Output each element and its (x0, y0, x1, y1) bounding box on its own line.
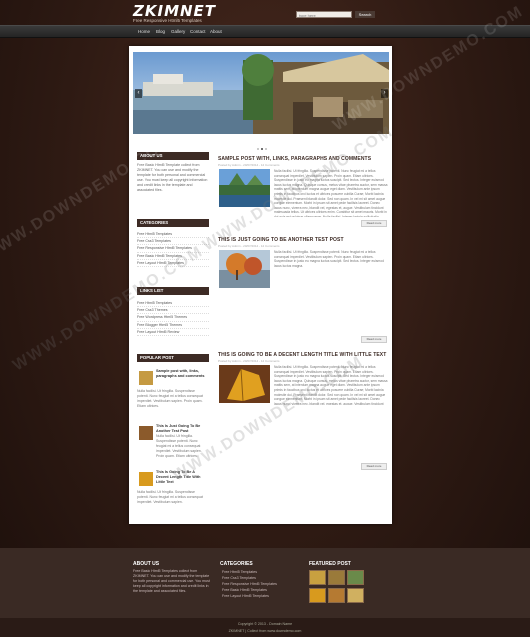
slider-pagination (256, 137, 268, 155)
search-button[interactable]: Search (355, 11, 375, 18)
read-more-button[interactable]: Read more (361, 463, 387, 470)
footer-bottom-bar (0, 618, 530, 637)
nav-home[interactable]: Home (138, 29, 150, 34)
featured-thumbnail[interactable] (328, 570, 345, 585)
blog-post: This is just going to be another test po… (218, 237, 388, 343)
popular-post-thumbnail[interactable] (139, 426, 153, 440)
footer-heading-categories: CATEGORIES (220, 561, 253, 567)
popular-post-thumbnail[interactable] (139, 371, 153, 385)
featured-thumbnail[interactable] (309, 588, 326, 603)
sidebar-category-link[interactable]: Free Html5 Templates (137, 231, 209, 239)
site-header: ZKIMNET Free Responsive Html5 Templates … (0, 0, 530, 26)
search-input[interactable]: type here (296, 11, 352, 18)
slider-dot[interactable] (265, 148, 267, 150)
copyright-line: Copyright © 2013 - Domain Name (237, 622, 293, 626)
nav-blog[interactable]: Blog (156, 29, 165, 34)
copyright-credit[interactable]: ZKIMNET | Collect from www.downdemo.com (0, 629, 530, 633)
featured-thumbnail[interactable] (347, 570, 364, 585)
footer-heading-featured: FEATURED POST (309, 561, 351, 567)
sidebar-link[interactable]: Free Css3 Themes (137, 307, 209, 315)
read-more-button[interactable]: Read more (361, 336, 387, 343)
slider-dot[interactable] (261, 148, 263, 150)
slider-prev-button[interactable]: ‹ (135, 89, 142, 98)
site-tagline: Free Responsive Html5 Templates (133, 18, 202, 23)
sidebar-heading-popular: POPULAR POST (137, 354, 209, 362)
footer-category-link[interactable]: Free Layout Html5 Templates (222, 593, 277, 599)
sidebar-link[interactable]: Free Html5 Templates (137, 300, 209, 308)
featured-thumbnail[interactable] (328, 588, 345, 603)
popular-post-title[interactable]: This Is Just Going To Be Another Test Po… (156, 424, 208, 434)
footer-heading-about: ABOUT US (133, 561, 160, 567)
post-thumbnail[interactable] (219, 250, 270, 288)
footer-categories-list: Free Html5 Templates Free Css3 Templates… (222, 569, 277, 599)
nav-contact[interactable]: Contact (190, 29, 206, 34)
sidebar-link[interactable]: Free Wordpress Html5 Themes (137, 314, 209, 322)
nav-about[interactable]: About (210, 29, 222, 34)
featured-thumbnail[interactable] (309, 570, 326, 585)
post-meta: Posted by Admin - 20/07/2014 - 12 Commen… (218, 244, 280, 248)
popular-post-thumbnail[interactable] (139, 472, 153, 486)
nav-gallery[interactable]: Gallery (171, 29, 185, 34)
post-title[interactable]: This is going to be a decent length titl… (218, 352, 388, 358)
post-excerpt: Nulla facilisi. Ut fringilla. Suspendiss… (274, 250, 384, 268)
popular-post-title[interactable]: Sample post with, links, paragraphs and … (156, 369, 208, 379)
post-title[interactable]: This is just going to be another test po… (218, 237, 388, 243)
read-more-button[interactable]: Read more (361, 220, 387, 227)
footer-about-text: Free Basic Html5 Templates collect from … (133, 569, 210, 593)
sidebar-link[interactable]: Free Layout Html5 Review (137, 329, 209, 337)
main-navigation: Home Blog Gallery Contact About (0, 25, 530, 38)
slider-dot[interactable] (257, 148, 259, 150)
sidebar-links-list: Free Html5 Templates Free Css3 Themes Fr… (137, 300, 209, 337)
sidebar-heading-categories: CATEGORIES (137, 219, 209, 227)
sidebar-about-text: Free Basic Html5 Template collect from Z… (137, 163, 208, 192)
post-thumbnail[interactable] (219, 365, 270, 403)
popular-post-excerpt: Nulla facilisi. Ut fringilla. Suspendiss… (137, 389, 203, 408)
featured-thumbnail[interactable] (347, 588, 364, 603)
post-meta: Posted by Admin - 20/07/2014 - 12 Commen… (218, 163, 280, 167)
popular-post-excerpt: Nulla facilisi. Ut fringilla. Suspendiss… (137, 490, 203, 504)
sidebar-link[interactable]: Free Blogger Html5 Themes (137, 322, 209, 329)
